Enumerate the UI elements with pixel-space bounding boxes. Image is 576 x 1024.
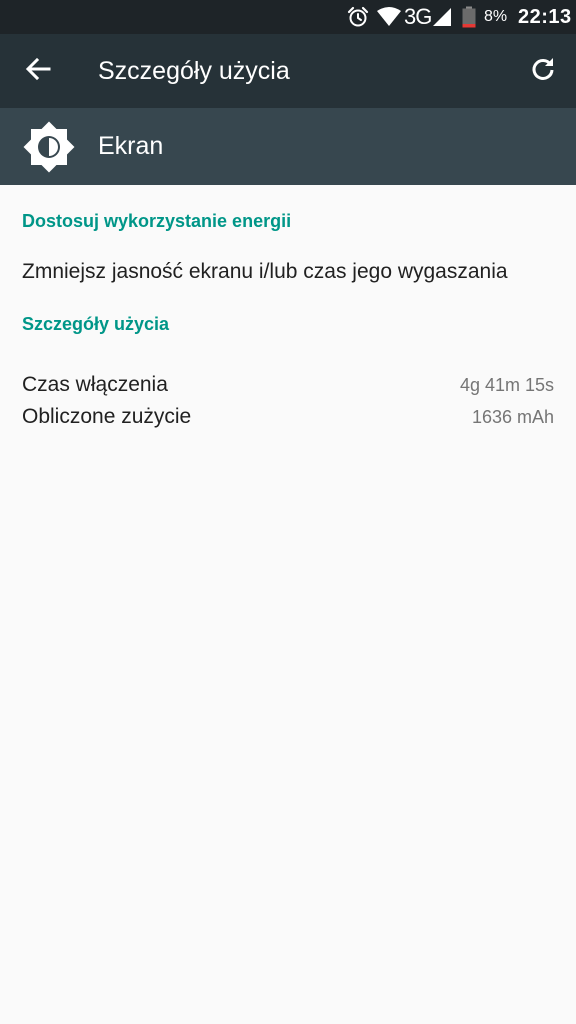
refresh-icon — [530, 56, 556, 87]
wifi-icon — [376, 0, 402, 34]
signal-icon — [432, 0, 452, 34]
battery-percent: 8% — [484, 8, 508, 25]
section-title-details: Szczegóły użycia — [22, 314, 170, 334]
status-bar: 3G 8% 22:13 — [0, 0, 576, 34]
detail-label: Czas włączenia — [22, 373, 168, 396]
brightness-icon — [22, 120, 76, 174]
detail-value: 4g 41m 15s — [459, 375, 554, 395]
section-title-adjust: Dostosuj wykorzystanie energii — [22, 211, 292, 231]
clock: 22:13 — [518, 5, 572, 28]
arrow-back-icon — [25, 57, 51, 86]
detail-row-usage: Obliczone zużycie 1636 mAh — [0, 405, 576, 437]
detail-label: Obliczone zużycie — [22, 405, 192, 428]
battery-icon — [462, 0, 476, 34]
detail-value: 1636 mAh — [471, 407, 554, 427]
reduce-brightness-item[interactable]: Zmniejsz jasność ekranu i/lub czas jego … — [0, 246, 576, 300]
detail-row-screen-on: Czas włączenia 4g 41m 15s — [0, 373, 576, 405]
app-bar: Szczegóły użycia — [0, 34, 576, 108]
page-title: Szczegóły użycia — [98, 56, 290, 85]
network-type: 3G — [404, 4, 432, 29]
app-name: Ekran — [98, 132, 164, 160]
refresh-button[interactable] — [522, 52, 564, 90]
back-button[interactable] — [18, 52, 58, 90]
reduce-brightness-label: Zmniejsz jasność ekranu i/lub czas jego … — [22, 260, 508, 283]
app-header: Ekran — [0, 108, 576, 185]
alarm-icon — [347, 0, 369, 34]
